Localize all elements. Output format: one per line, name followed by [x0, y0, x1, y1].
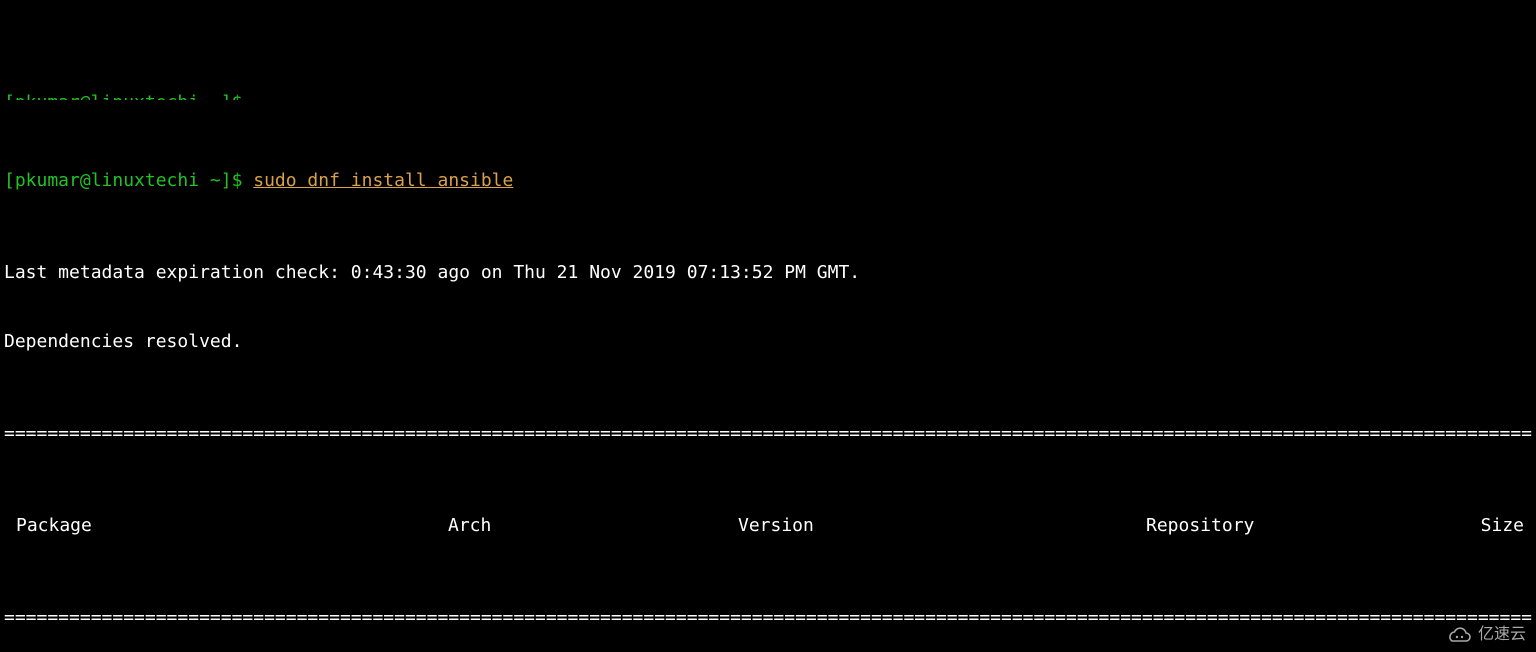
divider: ========================================…	[4, 422, 1532, 445]
col-version: Version	[738, 514, 1146, 537]
divider: ========================================…	[4, 606, 1532, 629]
truncated-prompt: [pkumar@linuxtechi ~]$	[4, 92, 242, 100]
metadata-line: Last metadata expiration check: 0:43:30 …	[4, 261, 1532, 284]
terminal[interactable]: [pkumar@linuxtechi ~]$ [pkumar@linuxtech…	[0, 0, 1536, 652]
col-repo: Repository	[1146, 514, 1406, 537]
prompt-user-host: [pkumar@linuxtechi ~]$	[4, 170, 253, 191]
command-text: sudo dnf install ansible	[253, 170, 513, 191]
col-arch: Arch	[448, 514, 738, 537]
deps-resolved-line: Dependencies resolved.	[4, 330, 1532, 353]
col-size: Size	[1406, 514, 1532, 537]
watermark-text: 亿速云	[1478, 623, 1526, 646]
prompt-line: [pkumar@linuxtechi ~]$ sudo dnf install …	[4, 169, 1532, 192]
col-package: Package	[4, 514, 448, 537]
column-header-row: Package Arch Version Repository Size	[4, 514, 1532, 537]
cloud-icon	[1446, 625, 1472, 645]
watermark: 亿速云	[1446, 623, 1526, 646]
